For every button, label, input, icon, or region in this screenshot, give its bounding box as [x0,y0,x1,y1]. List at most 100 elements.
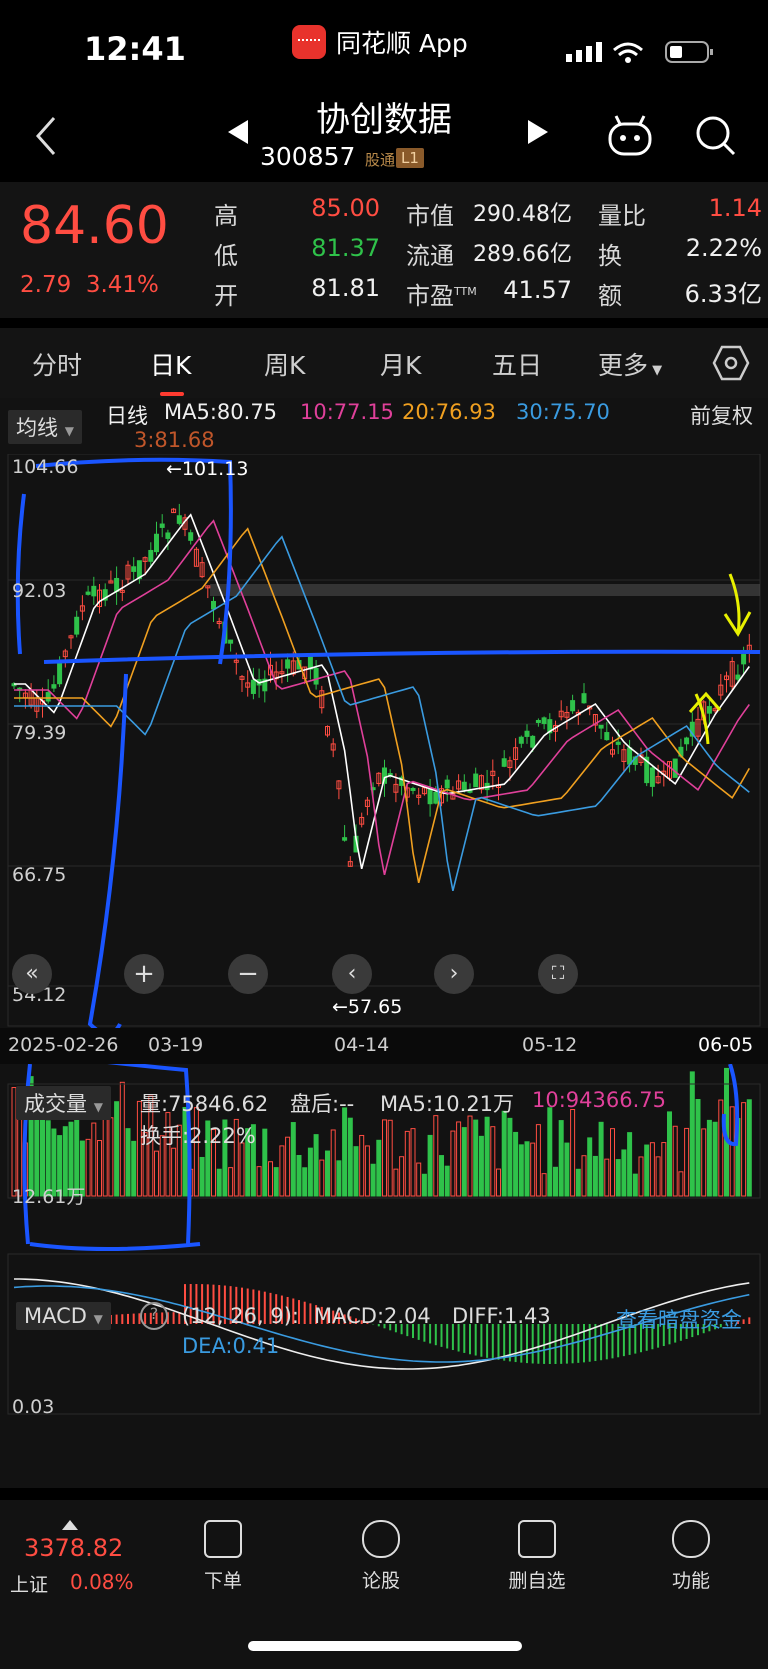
scroll-right-icon[interactable]: › [434,954,474,994]
volume-bar [199,1156,205,1197]
pe-value: 41.57 [503,276,572,304]
volume-bar [615,1159,621,1197]
macd-bar [440,1324,443,1347]
vol-ma5: MA5:10.21万 [380,1092,515,1116]
macd-bar [611,1324,614,1359]
candle-body [535,719,541,723]
zoom-out-icon[interactable]: − [228,954,268,994]
volume-bar [330,1129,336,1197]
ma-selector[interactable]: 均线 ▼ [8,410,82,444]
volume-bar [598,1121,604,1197]
volume-bar [587,1137,593,1197]
settings-hex-icon[interactable] [712,344,750,382]
ma20-label: 20:76.93 [402,400,496,424]
star-chat-icon [362,1520,400,1558]
volume-bar [564,1142,570,1197]
macd-bar [503,1324,506,1361]
volume-bar [279,1145,285,1197]
nav-functions[interactable]: 功能 [636,1520,746,1593]
zoom-in-icon[interactable]: + [124,954,164,994]
adjust-label[interactable]: 前复权 [690,400,753,430]
zoom-out-all-icon[interactable]: « [12,954,52,994]
index-value[interactable]: 3378.82 [24,1534,123,1562]
price-axis-top: 104.66 [12,456,79,478]
index-name: 上证 [10,1574,49,1596]
candle-body [74,616,80,635]
status-icons [566,41,713,63]
search-icon[interactable] [694,114,738,158]
volume-bar [672,1125,678,1197]
volume-bar [290,1122,296,1197]
stock-code: 300857 [260,142,356,171]
tab-five-day[interactable]: 五日 [492,346,542,382]
volume-bar [581,1155,587,1197]
kline-chart[interactable] [0,454,768,1494]
candle-body [473,773,479,788]
macd-bar [748,1317,751,1324]
volume-bar [684,1127,690,1197]
macd-axis: 0.03 [12,1396,55,1418]
macd-bar [742,1319,745,1324]
robot-assistant-icon[interactable] [606,114,654,158]
nav-order[interactable]: 下单 [168,1520,278,1593]
tab-weekly-k[interactable]: 周K [264,346,305,382]
candle-body [581,693,587,704]
volume-bar [513,1131,519,1197]
tab-daily-k[interactable]: 日K [150,346,191,382]
volume-bar [302,1167,308,1197]
volume-bar [273,1167,279,1197]
candle-body [188,532,194,541]
volume-selector[interactable]: 成交量 ▼ [16,1086,111,1120]
macd-params: (12, 26, 9): [182,1304,299,1328]
date-label-1: 2025-02-26 [8,1034,119,1056]
volume-bar [610,1128,615,1197]
candle-body [444,779,450,789]
volume-bar [325,1150,330,1197]
volume-bar [644,1144,650,1197]
price-axis-p2: 92.03 [12,580,67,602]
macd-bar [537,1324,540,1364]
turnover-label: 换 [598,242,622,270]
nav-remove-watchlist[interactable]: 删自选 [482,1520,592,1593]
volume-bar [256,1166,262,1197]
macd-selector[interactable]: MACD ▼ [16,1302,111,1330]
dark-pool-link[interactable]: 查看暗盘资金 [616,1304,742,1334]
ma5-label: MA5:80.75 [164,400,278,424]
after-hours: 盘后:-- [290,1092,355,1116]
macd-bar [497,1324,500,1360]
volume-bar [678,1171,684,1197]
candle-body [627,747,633,765]
candle-body [342,837,348,841]
volume-bar [695,1098,701,1197]
next-stock-icon[interactable] [526,118,550,146]
volume-bar [336,1160,342,1197]
candle-body [684,737,690,745]
resistance-band [210,584,760,596]
macd-bar [520,1324,523,1363]
volume-value: 量:75846.62 [140,1092,269,1116]
tab-more[interactable]: 更多 ▼ [598,346,662,382]
volume-bar [370,1163,376,1197]
nav-discuss[interactable]: 论股 [326,1520,436,1593]
volume-bar [450,1130,456,1197]
scroll-left-icon[interactable]: ‹ [332,954,372,994]
vol-ma10: 10:94366.75 [532,1088,666,1112]
volume-bar [125,1128,131,1197]
fullscreen-icon[interactable]: ⛶ [538,954,578,994]
volume-bar [228,1167,234,1197]
macd-bar [600,1324,603,1361]
tab-monthly-k[interactable]: 月K [380,346,421,382]
candle-body [501,758,507,767]
tab-intraday[interactable]: 分时 [32,346,82,382]
volume-bar [507,1117,513,1197]
diff-value: DIFF:1.43 [452,1304,551,1328]
yellow-annotation [688,573,752,745]
macd-bar [303,1301,306,1324]
amount-value: 6.33亿 [684,280,762,308]
minus-box-icon [518,1520,556,1558]
volume-bar [376,1139,382,1197]
vol-ratio-label: 量比 [598,202,646,230]
high-value: 85.00 [311,194,380,222]
help-icon[interactable]: ? [140,1302,168,1330]
dea-value: DEA:0.41 [182,1334,280,1358]
